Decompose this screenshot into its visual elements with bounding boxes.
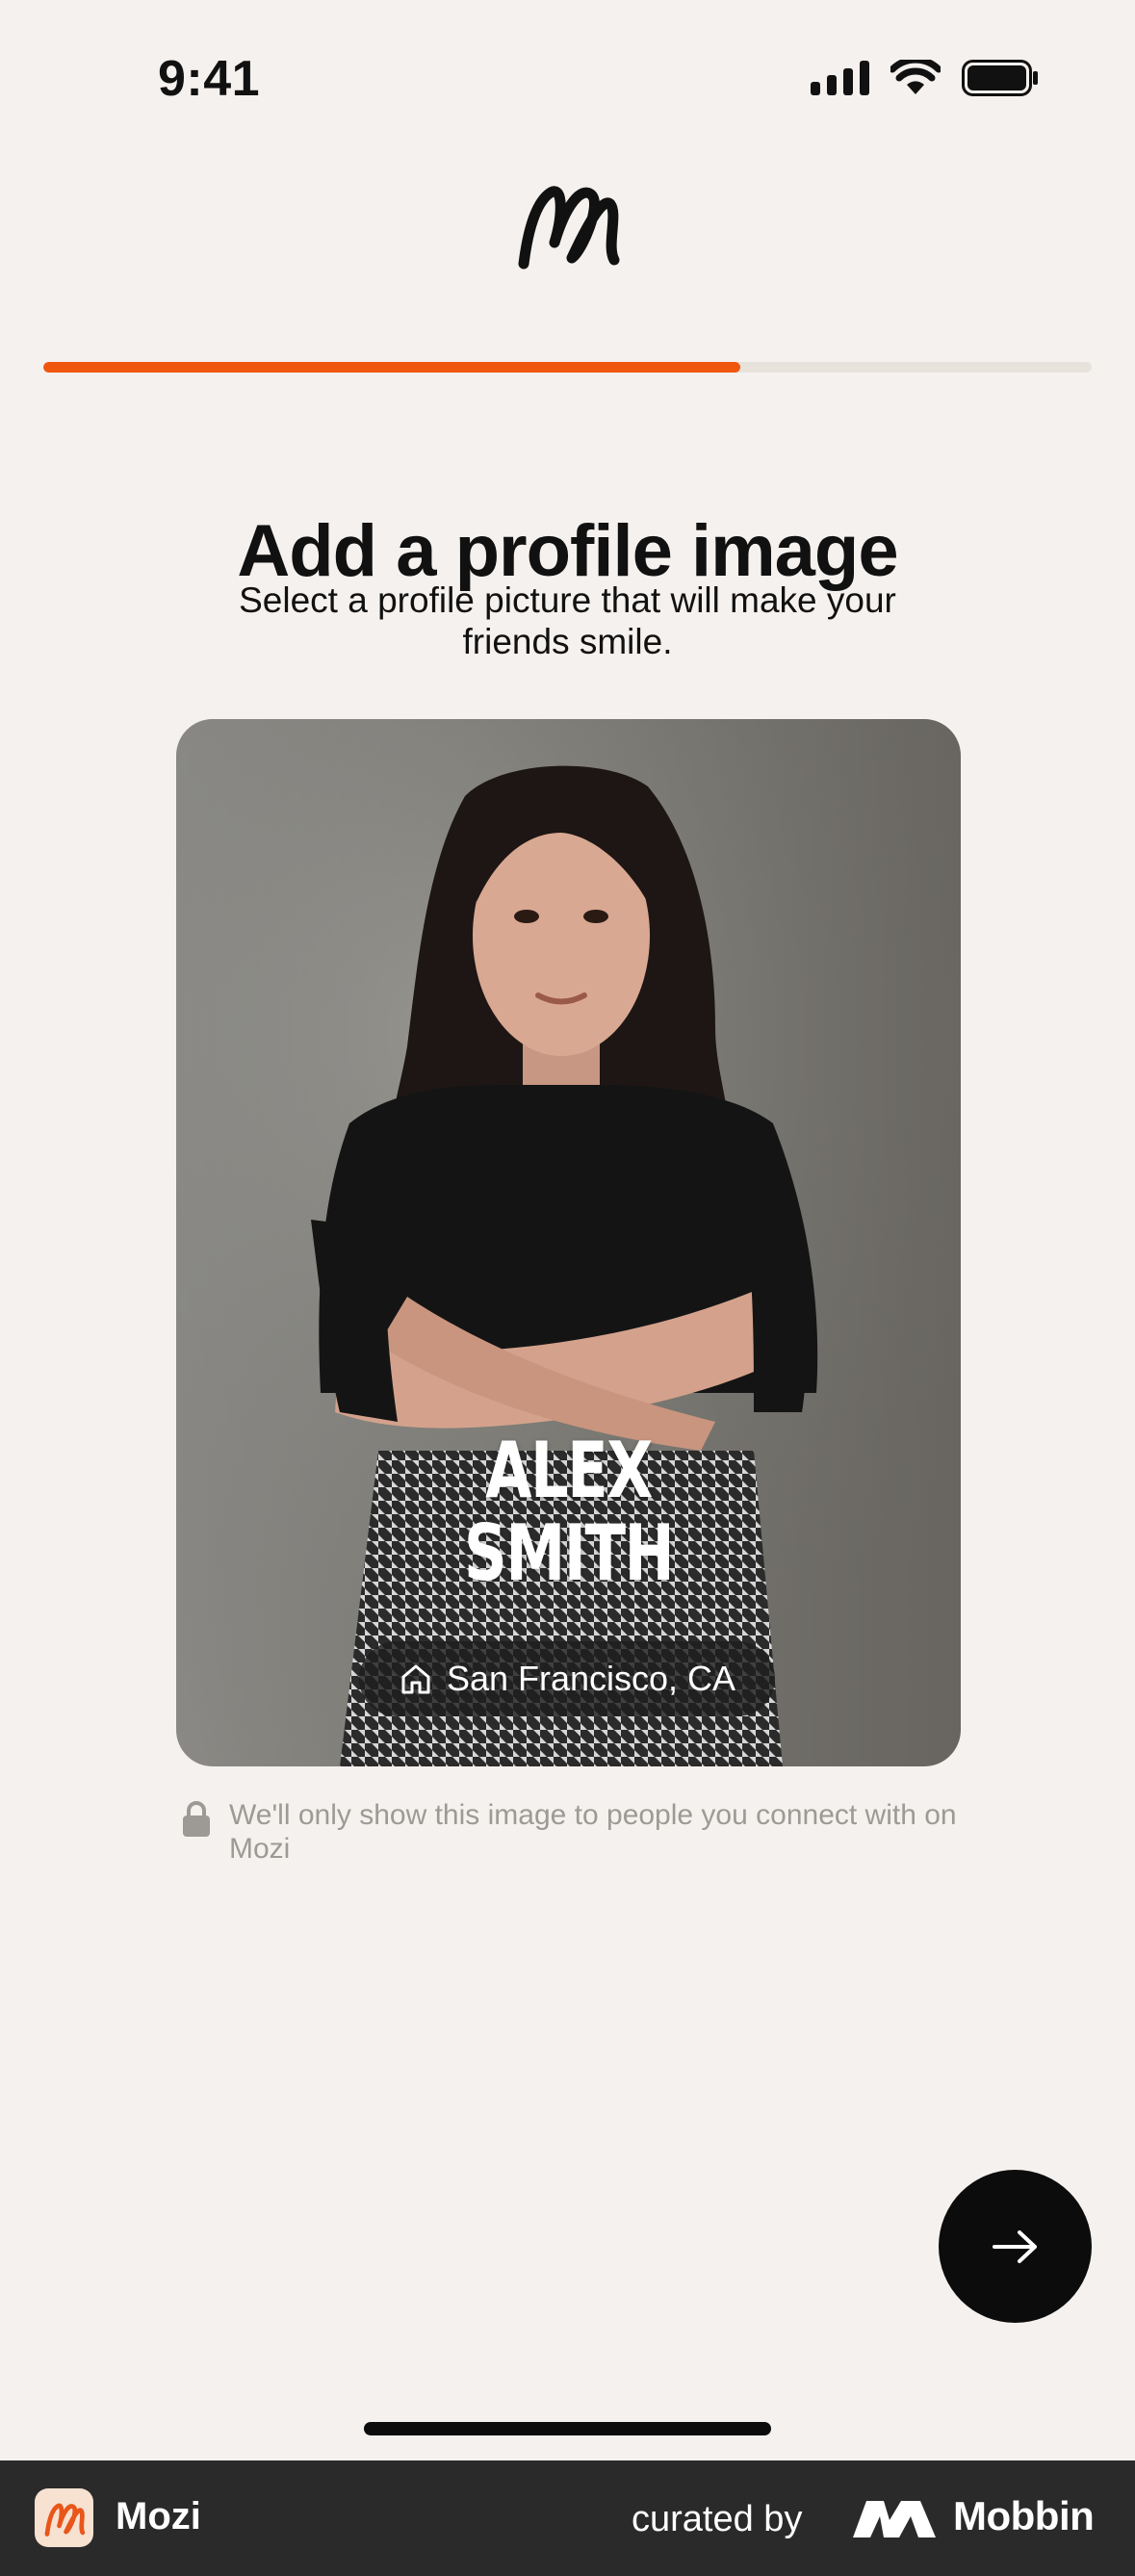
privacy-text: We'll only show this image to people you… [229,1799,957,1865]
mobbin-logo-icon [853,2501,936,2537]
progress-bar [43,362,1092,373]
card-name: ALEX SMITH [263,1430,875,1595]
status-icons [811,60,1039,96]
battery-icon [962,60,1038,96]
footer-app-name: Mozi [116,2495,201,2537]
mozi-logo [518,186,620,270]
mozi-app-icon [35,2488,93,2547]
footer-bar: Mozi curated by Mobbin [0,2460,1135,2576]
status-bar: 9:41 [0,0,1135,164]
location-text: San Francisco, CA [446,1659,736,1698]
cellular-signal-icon [811,61,869,95]
lock-icon [183,1801,210,1837]
progress-fill [43,362,741,373]
card-name-first: ALEX [485,1426,653,1515]
card-name-last: SMITH [463,1508,675,1598]
status-time: 9:41 [158,51,261,107]
home-indicator [364,2422,771,2435]
privacy-note: We'll only show this image to people you… [181,1798,980,1866]
profile-photo [176,719,961,1766]
home-icon [401,1664,430,1694]
profile-photo-card[interactable]: ALEX SMITH San Francisco, CA [176,719,961,1766]
page-subtitle: Select a profile picture that will make … [239,580,896,661]
footer-brand-name: Mobbin [953,2493,1095,2538]
location-pill: San Francisco, CA [359,1641,775,1716]
wifi-icon [890,60,941,94]
curated-by-label: curated by [632,2499,803,2539]
arrow-right-icon [992,2229,1037,2263]
next-button[interactable] [939,2170,1092,2323]
